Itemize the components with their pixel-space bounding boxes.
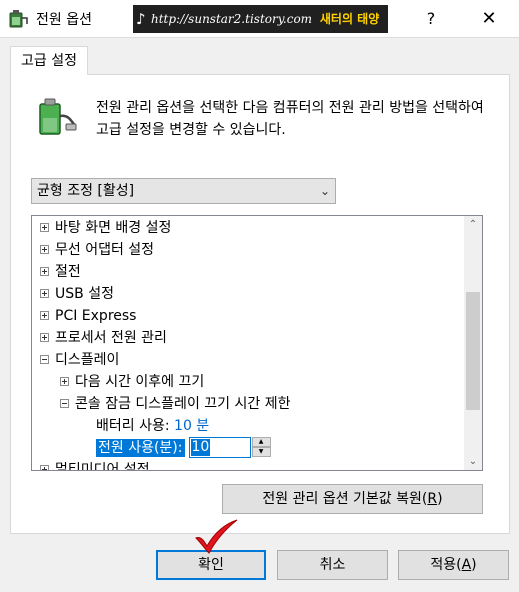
tree-item-pci-express[interactable]: PCI Express xyxy=(40,305,136,327)
setting-value[interactable]: 10 분 xyxy=(174,418,209,434)
collapse-icon[interactable] xyxy=(60,398,69,408)
tree-item-wireless-adapter[interactable]: 무선 어댑터 설정 xyxy=(40,239,154,261)
setting-label: 배터리 사용: xyxy=(96,418,170,434)
minutes-stepper[interactable]: ▲ ▼ xyxy=(251,436,271,458)
settings-tree[interactable]: 바탕 화면 배경 설정 무선 어댑터 설정 절전 USB 설정 PCI Expr… xyxy=(31,215,483,471)
title-bar: 전원 옵션 ♪ http://sunstar2.tistory.com 새터의 … xyxy=(0,0,519,38)
expand-icon[interactable] xyxy=(40,332,49,342)
minutes-value: 10 xyxy=(190,438,211,456)
tree-item-multimedia[interactable]: 멀티미디어 설정 xyxy=(40,459,150,470)
description-text: 전원 관리 옵션을 선택한 다음 컴퓨터의 전원 관리 방법을 선택하여 고급 … xyxy=(96,100,484,138)
scroll-down-icon[interactable]: ⌄ xyxy=(464,453,482,470)
music-note-icon: ♪ xyxy=(136,10,146,28)
close-button[interactable]: ✕ xyxy=(474,6,504,32)
tree-item-label: 멀티미디어 설정 xyxy=(55,462,150,470)
minutes-input[interactable]: 10 xyxy=(188,436,251,458)
tree-item-label: 무선 어댑터 설정 xyxy=(55,242,155,258)
tree-item-label: 콘솔 잠금 디스플레이 끄기 시간 제한 xyxy=(75,396,291,412)
collapse-icon[interactable] xyxy=(40,354,49,364)
tree-item-desktop-background[interactable]: 바탕 화면 배경 설정 xyxy=(40,217,171,239)
window-title: 전원 옵션 xyxy=(36,12,92,28)
red-checkmark-icon xyxy=(195,519,238,554)
help-button[interactable]: ? xyxy=(416,6,446,32)
tree-item-label: PCI Express xyxy=(55,308,137,324)
power-options-icon xyxy=(9,10,28,28)
power-plan-select[interactable]: 균형 조정 [활성] ⌄ xyxy=(31,178,336,204)
tree-item-processor-power[interactable]: 프로세서 전원 관리 xyxy=(40,327,167,349)
tree-item-label: USB 설정 xyxy=(55,286,114,302)
tree-item-label: 절전 xyxy=(55,264,81,280)
tree-item-label: 디스플레이 xyxy=(55,352,120,368)
setting-label-selected: 전원 사용(분): xyxy=(96,439,185,457)
expand-icon[interactable] xyxy=(40,222,49,232)
watermark-url: http://sunstar2.tistory.com xyxy=(151,12,313,26)
scrollbar-thumb[interactable] xyxy=(466,292,480,410)
tree-item-sleep[interactable]: 절전 xyxy=(40,261,81,283)
tree-item-label: 다음 시간 이후에 끄기 xyxy=(75,374,205,390)
tree-item-display[interactable]: 디스플레이 xyxy=(40,349,119,371)
apply-button[interactable]: 적용(A) xyxy=(398,550,509,580)
cancel-button[interactable]: 취소 xyxy=(277,550,388,580)
apply-access-key: A xyxy=(461,557,472,573)
stepper-down-icon[interactable]: ▼ xyxy=(251,446,271,457)
expand-icon[interactable] xyxy=(40,464,49,470)
tab-advanced-settings[interactable]: 고급 설정 xyxy=(10,46,88,75)
restore-suffix: ) xyxy=(437,491,443,507)
restore-label: 전원 관리 옵션 기본값 복원( xyxy=(262,491,428,507)
tree-item-usb-settings[interactable]: USB 설정 xyxy=(40,283,114,305)
tree-item-plugged-in[interactable]: 전원 사용(분): 10 ▲ ▼ xyxy=(96,436,271,459)
expand-icon[interactable] xyxy=(40,266,49,276)
tree-item-console-lock-timeout[interactable]: 콘솔 잠금 디스플레이 끄기 시간 제한 xyxy=(60,393,290,415)
apply-label: 적용( xyxy=(430,557,462,573)
apply-suffix: ) xyxy=(471,557,477,573)
power-plan-value: 균형 조정 [활성] xyxy=(37,183,135,199)
scroll-up-icon[interactable]: ⌃ xyxy=(464,216,482,233)
restore-access-key: R xyxy=(427,491,438,507)
expand-icon[interactable] xyxy=(40,310,49,320)
tree-scrollbar[interactable]: ⌃ ⌄ xyxy=(464,216,482,470)
expand-icon[interactable] xyxy=(40,244,49,254)
tree-item-turn-off-after[interactable]: 다음 시간 이후에 끄기 xyxy=(60,371,204,393)
stepper-up-icon[interactable]: ▲ xyxy=(251,436,271,447)
expand-icon[interactable] xyxy=(60,376,69,386)
expand-icon[interactable] xyxy=(40,288,49,298)
tree-item-on-battery[interactable]: 배터리 사용: 10 분 xyxy=(96,415,209,437)
watermark-name: 새터의 태양 xyxy=(319,12,380,26)
chevron-down-icon: ⌄ xyxy=(319,184,330,198)
battery-plug-icon xyxy=(39,98,77,135)
tree-item-label: 바탕 화면 배경 설정 xyxy=(55,220,172,236)
tree-item-label: 프로세서 전원 관리 xyxy=(55,330,167,346)
restore-defaults-button[interactable]: 전원 관리 옵션 기본값 복원(R) xyxy=(222,484,483,514)
watermark: ♪ http://sunstar2.tistory.com 새터의 태양 xyxy=(133,5,388,33)
